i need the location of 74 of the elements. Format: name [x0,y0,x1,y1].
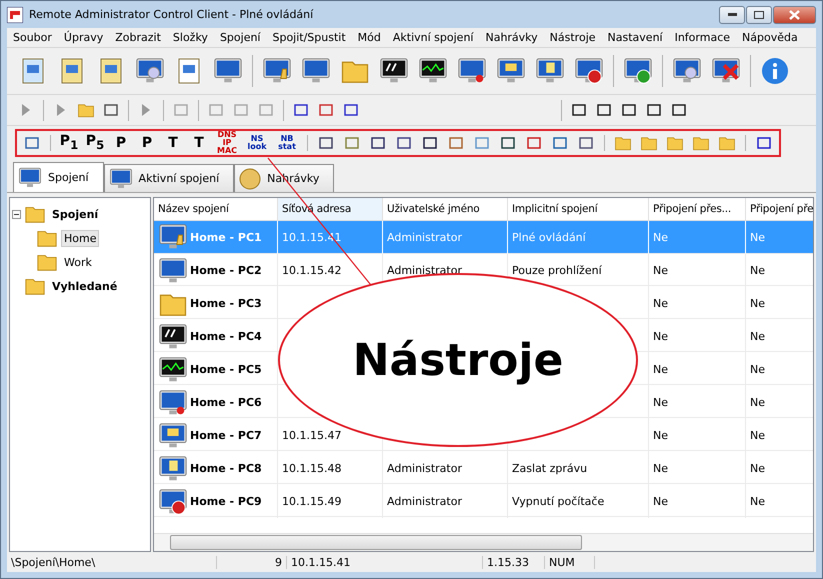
menu-item[interactable]: Nápověda [736,31,804,44]
menu-item[interactable]: Nastavení [602,31,669,44]
tool-button[interactable]: T [162,132,184,154]
table-cell-text: Ne [749,362,766,378]
table-cell-text: Ne [652,362,669,378]
table-cell-text: Ne [652,395,669,411]
table-cell-text: Ne [652,329,669,345]
status-field: 1.15.33 [483,556,545,568]
table-cell-text: Ne [749,461,766,477]
table-cell-text: Ne [749,494,766,510]
table-cell-text: Ne [749,263,766,279]
table-cell-text: Ne [652,263,669,279]
tool-button[interactable]: T [188,132,210,154]
menu-item[interactable]: Spojení [214,31,266,44]
table-cell-text: Ne [749,428,766,444]
table-cell-text: Ne [652,461,669,477]
menu-item[interactable]: Spojit/Spustit [266,31,352,44]
table-cell: Home - PC6 [154,386,278,419]
table-cell: Home - PC7 [154,419,278,452]
menu-item[interactable]: Nahrávky [479,31,544,44]
window-title: Remote Administrator Control Client - Plné ovládání [29,8,314,21]
table-cell-text: 10.1.15.49 [281,494,342,510]
menu-item[interactable]: Informace [668,31,736,44]
table-cell: Home - PC5 [154,353,278,386]
tool-button[interactable]: NB stat [274,131,300,155]
tab[interactable]: Spojení [13,162,104,192]
table-cell-text: Administrator [386,263,463,279]
table-cell-text: Vypnutí počítače [511,494,606,510]
callout-label: Nástroje [352,334,564,386]
table-cell-text: Administrator [386,461,463,477]
table-cell-text: Ne [749,329,766,345]
table-cell-text: Ne [652,296,669,312]
table-cell: Home - PC9 [154,485,278,518]
table-cell: Plné ovládání [508,221,649,254]
tree-item[interactable]: Spojení [49,206,102,222]
table-cell-text: Ne [749,395,766,411]
table-cell: Home - PC4 [154,320,278,353]
status-field: 9 [217,556,287,568]
table-cell: Home - PC8 [154,452,278,485]
tool-button[interactable]: NS look [244,131,270,155]
table-cell-text: Zaslat zprávu [511,461,588,477]
tree-item[interactable]: Work [61,254,95,270]
table-cell-text: Pouze prohlížení [511,263,603,279]
table-cell-text: 10.1.15.48 [281,461,342,477]
menu-item[interactable]: Mód [352,31,387,44]
menu-item[interactable]: Složky [166,31,214,44]
table-cell: Ne [746,221,813,254]
table-cell-text: 10.1.15.47 [281,428,342,444]
menu-item[interactable]: Aktivní spojení [386,31,480,44]
table-cell: Administrator [383,221,508,254]
menu-item[interactable]: Nástroje [544,31,602,44]
table-cell-text: 10.1.15.42 [281,263,342,279]
tool-button[interactable]: P$_{1}$ [58,132,80,154]
menu-item[interactable]: Úpravy [58,31,110,44]
table-cell-text: Ne [652,494,669,510]
table-cell-text: Administrator [386,494,463,510]
table-cell: Home - PC3 [154,287,278,320]
tool-button[interactable]: P [110,132,132,154]
status-field: 10.1.15.41 [287,556,483,568]
status-field: \Spojení\Home\ [7,556,217,568]
tree-item[interactable]: Vyhledané [49,278,120,294]
table-cell-text: Ne [749,296,766,312]
table-cell-text: Ne [652,428,669,444]
tab[interactable]: Aktivní spojení [104,164,234,192]
tool-button[interactable]: P$_{5}$ [84,132,106,154]
table-cell: Ne [649,221,746,254]
tool-button[interactable]: P [136,132,158,154]
menu-item[interactable]: Soubor [7,31,58,44]
table-cell: Home - PC2 [154,254,278,287]
tree-item[interactable]: Home [61,230,100,246]
table-cell: Home - PC1 [154,221,278,254]
tool-button[interactable]: DNS IP MAC [214,131,240,155]
status-field: NUM [545,556,595,568]
menu-item[interactable]: Zobrazit [109,31,167,44]
